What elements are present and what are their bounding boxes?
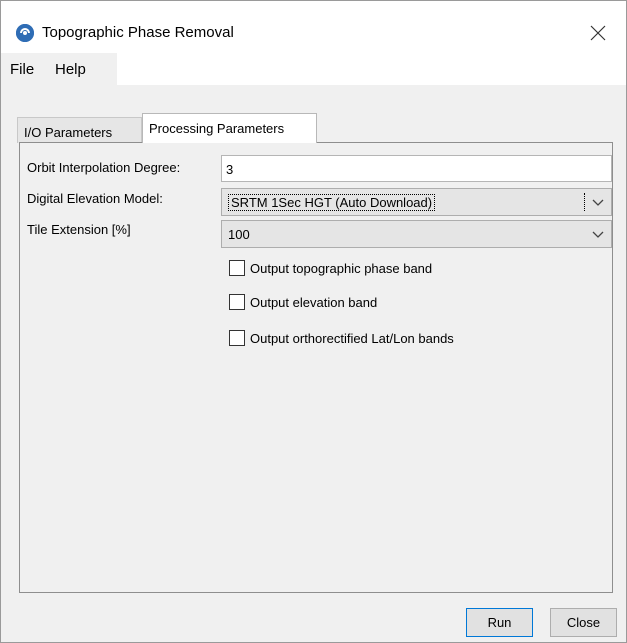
tab-processing-parameters[interactable]: Processing Parameters — [142, 113, 317, 143]
checkbox-box[interactable] — [229, 294, 245, 310]
orbit-degree-value: 3 — [226, 162, 234, 177]
dem-selected-value: SRTM 1Sec HGT (Auto Download) — [228, 194, 436, 211]
close-icon[interactable] — [584, 19, 612, 47]
window-title: Topographic Phase Removal — [42, 24, 234, 41]
snap-icon — [16, 24, 34, 42]
close-button-label: Close — [566, 615, 601, 630]
checkbox-elevation[interactable]: Output elevation band — [229, 293, 377, 311]
dropdown-divider — [584, 193, 585, 211]
tile-extension-label: Tile Extension [%] — [27, 222, 131, 237]
checkbox-latlon-label: Output orthorectified Lat/Lon bands — [250, 330, 454, 346]
checkbox-box[interactable] — [229, 330, 245, 346]
chevron-down-icon — [592, 231, 604, 238]
run-button-label: Run — [487, 615, 512, 630]
tab-io-label: I/O Parameters — [24, 125, 113, 140]
checkbox-topographic-phase-label: Output topographic phase band — [250, 260, 433, 276]
checkbox-latlon[interactable]: Output orthorectified Lat/Lon bands — [229, 329, 454, 347]
menu-file[interactable]: File — [10, 61, 34, 78]
orbit-degree-label: Orbit Interpolation Degree: — [27, 160, 181, 175]
run-button[interactable]: Run — [466, 608, 533, 637]
menu-bar: File Help — [1, 53, 117, 85]
dem-label: Digital Elevation Model: — [27, 191, 163, 206]
tab-io-parameters[interactable]: I/O Parameters — [17, 117, 142, 143]
dialog-window: Topographic Phase Removal File Help I/O … — [0, 0, 627, 643]
checkbox-elevation-label: Output elevation band — [250, 294, 378, 310]
menu-help[interactable]: Help — [55, 61, 86, 78]
checkbox-topographic-phase[interactable]: Output topographic phase band — [229, 259, 432, 277]
orbit-degree-input[interactable]: 3 — [221, 155, 612, 182]
tile-extension-value: 100 — [228, 227, 250, 242]
dem-dropdown[interactable]: SRTM 1Sec HGT (Auto Download) — [221, 188, 612, 216]
chevron-down-icon — [592, 199, 604, 206]
tile-extension-dropdown[interactable]: 100 — [221, 220, 612, 248]
close-button[interactable]: Close — [550, 608, 617, 637]
tab-processing-label: Processing Parameters — [149, 121, 285, 136]
title-bar[interactable]: Topographic Phase Removal — [1, 1, 626, 53]
menu-bar-filler — [117, 53, 626, 85]
checkbox-box[interactable] — [229, 260, 245, 276]
